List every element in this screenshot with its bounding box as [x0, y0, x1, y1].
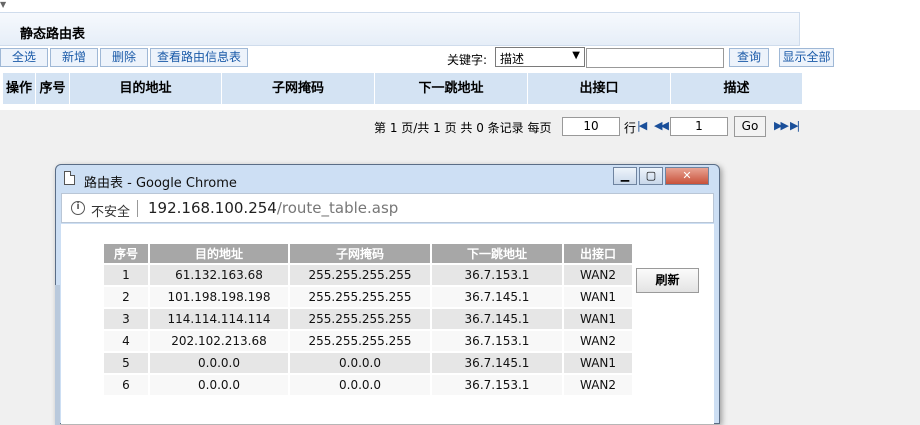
table-cell: 255.255.255.255: [288, 329, 432, 353]
column-header: 下一跳地址: [430, 242, 564, 265]
close-icon[interactable]: ✕: [665, 167, 709, 185]
column-header: 目的地址: [148, 242, 290, 265]
next-page-icon[interactable]: ▶▶: [774, 119, 789, 132]
table-row: 2 101.198.198.198 255.255.255.255 36.7.1…: [102, 285, 634, 309]
table-cell: 36.7.153.1: [430, 373, 564, 397]
table-cell: 202.102.213.68: [148, 329, 290, 353]
table-header-row: 序号 目的地址 子网掩码 下一跳地址 出接口: [102, 242, 634, 265]
toolbar: 全选 新增 删除 查看路由信息表 关键字: 描述 ▼ 查询 显示全部: [0, 47, 840, 69]
keyword-select[interactable]: 描述 ▼: [495, 47, 585, 67]
column-header: 操作: [3, 73, 36, 104]
table-row: 5 0.0.0.0 0.0.0.0 36.7.145.1 WAN1: [102, 351, 634, 375]
table-cell: 114.114.114.114: [148, 307, 290, 331]
table-cell: WAN1: [562, 285, 634, 309]
table-cell: 2: [102, 285, 150, 309]
url-path: /route_table.asp: [276, 199, 399, 217]
divider: [137, 200, 138, 217]
table-cell: 0.0.0.0: [288, 351, 432, 375]
add-button[interactable]: 新增: [50, 48, 98, 67]
column-header: 描述: [723, 81, 750, 96]
page-number-input[interactable]: 1: [670, 117, 728, 136]
column-header: 子网掩码: [288, 242, 432, 265]
table-cell: 0.0.0.0: [148, 373, 290, 397]
table-cell: WAN1: [562, 351, 634, 375]
page-icon: [64, 171, 75, 185]
column-header: 目的地址: [70, 73, 222, 104]
column-header: 序号: [102, 242, 150, 265]
column-header: 下一跳地址: [375, 73, 528, 104]
keyword-select-value: 描述: [500, 52, 525, 66]
pager-summary: 第 1 页/共 1 页 共 0 条记录 每页: [374, 121, 552, 135]
table-cell: WAN2: [562, 329, 634, 353]
url-text[interactable]: 192.168.100.254/route_table.asp: [148, 199, 398, 217]
prev-page-icon[interactable]: ◀◀: [654, 119, 669, 132]
table-cell: 6: [102, 373, 150, 397]
table-cell: 0.0.0.0: [148, 351, 290, 375]
delete-button[interactable]: 删除: [100, 48, 148, 67]
collapse-arrow-icon[interactable]: ▼: [0, 0, 6, 9]
table-cell: WAN2: [562, 373, 634, 397]
table-cell: 61.132.163.68: [148, 263, 290, 287]
per-page-input[interactable]: 10: [562, 117, 620, 136]
dropdown-arrow-icon: ▼: [572, 50, 580, 61]
routing-table: 序号 目的地址 子网掩码 下一跳地址 出接口 1 61.132.163.68 2…: [102, 242, 634, 397]
info-icon[interactable]: i: [71, 201, 85, 215]
table-cell: 36.7.145.1: [430, 351, 564, 375]
table-cell: 1: [102, 263, 150, 287]
row-unit-label: 行: [624, 121, 637, 135]
search-button[interactable]: 查询: [729, 48, 769, 67]
table-cell: 5: [102, 351, 150, 375]
popup-content: 序号 目的地址 子网掩码 下一跳地址 出接口 1 61.132.163.68 2…: [61, 224, 714, 424]
window-title: 路由表 - Google Chrome: [84, 176, 237, 191]
view-route-info-button[interactable]: 查看路由信息表: [150, 48, 248, 67]
show-all-button[interactable]: 显示全部: [779, 48, 834, 67]
table-row: 6 0.0.0.0 0.0.0.0 36.7.153.1 WAN2: [102, 373, 634, 397]
go-button[interactable]: Go: [734, 116, 766, 137]
column-header: 出接口: [562, 242, 634, 265]
table-cell: 36.7.153.1: [430, 329, 564, 353]
keyword-label: 关键字:: [447, 53, 488, 67]
table-row: 4 202.102.213.68 255.255.255.255 36.7.15…: [102, 329, 634, 353]
table-cell: WAN2: [562, 263, 634, 287]
table-row: 1 61.132.163.68 255.255.255.255 36.7.153…: [102, 263, 634, 287]
table-cell: 3: [102, 307, 150, 331]
url-host: 192.168.100.254: [148, 199, 277, 217]
table-cell: 255.255.255.255: [288, 307, 432, 331]
table-cell: 36.7.145.1: [430, 285, 564, 309]
table-cell: 255.255.255.255: [288, 263, 432, 287]
select-all-button[interactable]: 全选: [0, 48, 48, 67]
page-title: 静态路由表: [20, 27, 86, 42]
address-bar[interactable]: i 不安全 192.168.100.254/route_table.asp: [61, 193, 714, 223]
column-header: 子网掩码: [222, 73, 375, 104]
page-title-bar: 静态路由表: [0, 12, 800, 46]
table-cell: 0.0.0.0: [288, 373, 432, 397]
maximize-icon[interactable]: ▢: [639, 167, 663, 185]
table-cell: 4: [102, 329, 150, 353]
table-cell: 36.7.145.1: [430, 307, 564, 331]
table-cell: 36.7.153.1: [430, 263, 564, 287]
route-table-header: 操作 序号 目的地址 子网掩码 下一跳地址 出接口 描述: [3, 73, 802, 104]
minimize-icon[interactable]: ▁: [613, 167, 637, 185]
column-header: 出接口: [528, 73, 671, 104]
refresh-button[interactable]: 刷新: [636, 268, 699, 293]
popup-window: 路由表 - Google Chrome ▁ ▢ ✕ i 不安全 192.168.…: [55, 164, 720, 424]
table-row: 3 114.114.114.114 255.255.255.255 36.7.1…: [102, 307, 634, 331]
table-cell: WAN1: [562, 307, 634, 331]
first-page-icon[interactable]: |◀: [637, 119, 647, 132]
keyword-input[interactable]: [586, 48, 724, 68]
column-header: 序号: [36, 73, 70, 104]
last-page-icon[interactable]: ▶|: [790, 119, 800, 132]
table-cell: 255.255.255.255: [288, 285, 432, 309]
window-frame-edge: [55, 285, 60, 425]
insecure-label: 不安全: [91, 205, 131, 220]
table-cell: 101.198.198.198: [148, 285, 290, 309]
